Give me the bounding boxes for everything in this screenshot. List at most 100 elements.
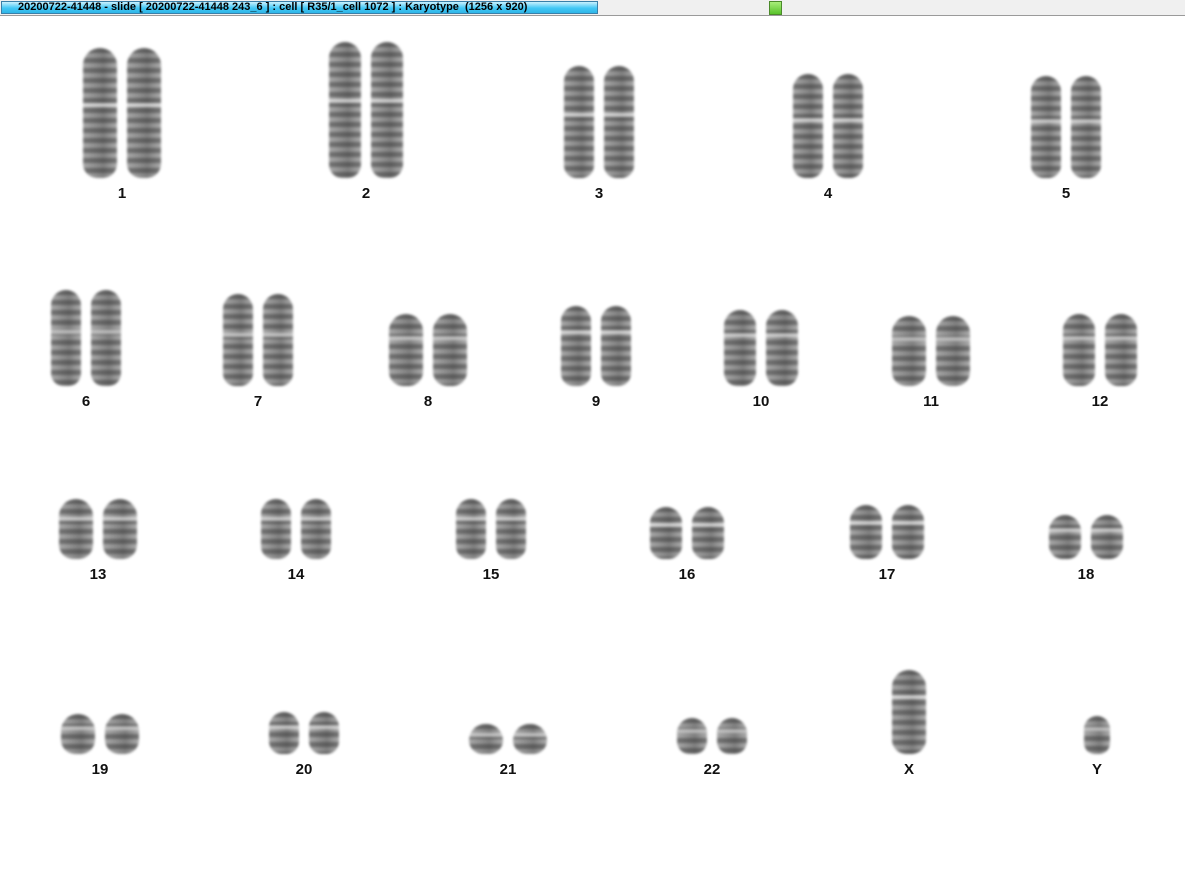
chromosome-pair-1[interactable]: 1 — [42, 48, 202, 204]
chromosome-9-homolog-2[interactable] — [601, 306, 631, 386]
chromosome-20-homolog-1[interactable] — [269, 712, 299, 754]
centromere-mark — [892, 521, 924, 525]
chromosome-20-homolog-2[interactable] — [309, 712, 339, 754]
chromosome-13-homolog-1[interactable] — [59, 499, 93, 559]
centromere-mark — [892, 695, 926, 699]
chromosome-21-homolog-1[interactable] — [469, 724, 503, 754]
chromosome-14-homolog-2[interactable] — [301, 499, 331, 559]
chromosome-pair-17[interactable]: 17 — [807, 505, 967, 585]
centromere-mark — [61, 726, 95, 730]
centromere-mark — [105, 726, 139, 730]
chromosome-1-homolog-1[interactable] — [83, 48, 117, 178]
chromosome-pair-15[interactable]: 15 — [411, 499, 571, 585]
chromosome-y-homolog-1[interactable] — [1084, 716, 1110, 754]
chromosome-pair-4[interactable]: 4 — [748, 74, 908, 204]
chromosome-pair-x[interactable]: X — [829, 670, 989, 780]
chromosome-pair-11[interactable]: 11 — [851, 316, 1011, 412]
chromosome-pair-13[interactable]: 13 — [18, 499, 178, 585]
chromosome-12-homolog-2[interactable] — [1105, 314, 1137, 386]
chromosome-22-homolog-1[interactable] — [677, 718, 707, 754]
chromosome-6-homolog-2[interactable] — [91, 290, 121, 386]
chromosome-label: 6 — [81, 393, 91, 410]
chromosome-7-homolog-1[interactable] — [223, 294, 253, 386]
chromosome-pair-5[interactable]: 5 — [986, 76, 1146, 204]
centromere-mark — [650, 523, 682, 527]
chromosome-11-homolog-2[interactable] — [936, 316, 970, 386]
chromosome-13-homolog-2[interactable] — [103, 499, 137, 559]
centromere-mark — [601, 330, 631, 334]
chromosome-1-homolog-2[interactable] — [127, 48, 161, 178]
chromosome-11-homolog-1[interactable] — [892, 316, 926, 386]
chromosome-label: Y — [1091, 761, 1102, 778]
chromosome-2-homolog-2[interactable] — [371, 42, 403, 178]
chromosome-12-homolog-1[interactable] — [1063, 314, 1095, 386]
chromosome-label: 2 — [361, 185, 371, 202]
centromere-mark — [692, 523, 724, 527]
chromosome-pair-10[interactable]: 10 — [681, 310, 841, 412]
chromosome-17-homolog-1[interactable] — [850, 505, 882, 559]
chromosome-17-homolog-2[interactable] — [892, 505, 924, 559]
chromosome-8-homolog-1[interactable] — [389, 314, 423, 386]
chromosome-6-homolog-1[interactable] — [51, 290, 81, 386]
chromosome-pair-y[interactable]: Y — [1017, 716, 1177, 780]
chromosome-3-homolog-1[interactable] — [564, 66, 594, 178]
chromosome-18-homolog-2[interactable] — [1091, 515, 1123, 559]
centromere-mark — [309, 725, 339, 729]
chromosome-pair-14[interactable]: 14 — [216, 499, 376, 585]
chromosome-2-homolog-1[interactable] — [329, 42, 361, 178]
chromosome-pair-21[interactable]: 21 — [428, 724, 588, 780]
chromosome-3-homolog-2[interactable] — [604, 66, 634, 178]
chromosome-5-homolog-1[interactable] — [1031, 76, 1061, 178]
chromosome-21-homolog-2[interactable] — [513, 724, 547, 754]
chromosome-pair-12[interactable]: 12 — [1020, 314, 1180, 412]
centromere-mark — [261, 517, 291, 521]
chromosome-pair-9[interactable]: 9 — [516, 306, 676, 412]
chromosome-label: 17 — [878, 566, 896, 583]
chromosome-19-homolog-2[interactable] — [105, 714, 139, 754]
chromosome-label: 20 — [295, 761, 313, 778]
centromere-mark — [1084, 727, 1110, 731]
chromosome-15-homolog-2[interactable] — [496, 499, 526, 559]
chromosome-label: 16 — [678, 566, 696, 583]
chromosome-pair-18[interactable]: 18 — [1006, 515, 1166, 585]
chromosome-pair-8[interactable]: 8 — [348, 314, 508, 412]
chromosome-label: 7 — [253, 393, 263, 410]
centromere-mark — [1091, 528, 1123, 532]
chromosome-label: 11 — [923, 393, 939, 410]
chromosome-label: 12 — [1091, 393, 1109, 410]
chromosome-pair-20[interactable]: 20 — [224, 712, 384, 780]
chromosome-label: 1 — [117, 185, 127, 202]
chromosome-8-homolog-2[interactable] — [433, 314, 467, 386]
chromosome-pair-6[interactable]: 6 — [6, 290, 166, 412]
chromosome-10-homolog-1[interactable] — [724, 310, 756, 386]
chromosome-16-homolog-2[interactable] — [692, 507, 724, 559]
centromere-mark — [103, 517, 137, 521]
chromosome-22-homolog-2[interactable] — [717, 718, 747, 754]
chromosome-7-homolog-2[interactable] — [263, 294, 293, 386]
chromosome-18-homolog-1[interactable] — [1049, 515, 1081, 559]
chromosome-pair-19[interactable]: 19 — [20, 714, 180, 780]
chromosome-10-homolog-2[interactable] — [766, 310, 798, 386]
chromosome-16-homolog-1[interactable] — [650, 507, 682, 559]
centromere-mark — [1049, 528, 1081, 532]
centromere-mark — [269, 725, 299, 729]
chromosome-pair-3[interactable]: 3 — [519, 66, 679, 204]
chromosome-9-homolog-1[interactable] — [561, 306, 591, 386]
chromosome-4-homolog-1[interactable] — [793, 74, 823, 178]
centromere-mark — [724, 333, 756, 337]
chromosome-pair-22[interactable]: 22 — [632, 718, 792, 780]
chromosome-pair-7[interactable]: 7 — [178, 294, 338, 412]
chromosome-pair-16[interactable]: 16 — [607, 507, 767, 585]
chromosome-5-homolog-2[interactable] — [1071, 76, 1101, 178]
chromosome-label: 14 — [287, 566, 305, 583]
centromere-mark — [301, 517, 331, 521]
chromosome-pair-2[interactable]: 2 — [286, 42, 446, 204]
chromosome-15-homolog-1[interactable] — [456, 499, 486, 559]
chromosome-label: 3 — [594, 185, 604, 202]
chromosome-4-homolog-2[interactable] — [833, 74, 863, 178]
centromere-mark — [83, 103, 117, 107]
chromosome-x-homolog-1[interactable] — [892, 670, 926, 754]
status-indicator-icon — [769, 1, 782, 15]
chromosome-14-homolog-1[interactable] — [261, 499, 291, 559]
chromosome-19-homolog-1[interactable] — [61, 714, 95, 754]
